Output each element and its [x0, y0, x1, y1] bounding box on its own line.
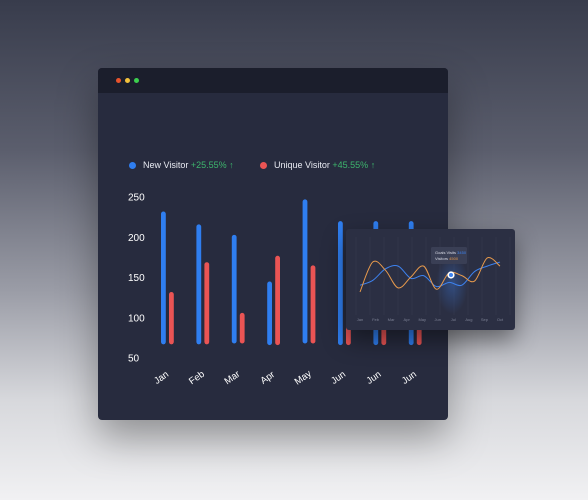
- bar-new-visitor[interactable]: [267, 281, 272, 346]
- line-series-visitors[interactable]: [359, 257, 501, 293]
- y-tick-label: 100: [128, 313, 145, 324]
- inset-x-tick-label: Aug: [465, 317, 472, 322]
- bar-new-visitor[interactable]: [338, 221, 343, 346]
- bar-unique-visitor[interactable]: [204, 262, 210, 345]
- minimize-window-button[interactable]: [125, 78, 130, 83]
- up-arrow-icon: ↑: [229, 160, 234, 170]
- x-tick-label: Feb: [187, 369, 207, 387]
- legend-label-unique-visitor: Unique Visitor: [274, 160, 330, 170]
- y-tick-label: 50: [128, 354, 140, 365]
- inset-x-tick-label: Feb: [372, 317, 380, 322]
- inset-x-tick-label: Jul: [451, 317, 456, 322]
- maximize-window-button[interactable]: [134, 78, 139, 83]
- tooltip-line-goals: Goals Visits 3450: [435, 250, 467, 255]
- inset-x-tick-label: Apr: [404, 317, 411, 322]
- bar-unique-visitor[interactable]: [239, 312, 245, 344]
- x-tick-label: May: [293, 368, 314, 387]
- bar-new-visitor[interactable]: [161, 211, 166, 345]
- x-tick-label: Apr: [259, 369, 277, 386]
- visits-line-chart: Goals Visits 3450Visitors 4500 Jan Feb Mar A…: [355, 237, 511, 322]
- legend-marker-new-visitor: [129, 162, 136, 169]
- x-tick-label: Jun: [365, 369, 384, 387]
- legend-marker-unique-visitor: [260, 162, 267, 169]
- close-window-button[interactable]: [116, 78, 121, 83]
- inset-x-tick-label: Jan: [357, 317, 363, 322]
- bar-unique-visitor[interactable]: [310, 265, 316, 344]
- inset-x-tick-label: Sep: [481, 317, 489, 322]
- tooltip-line-visitors: Visitors 4500: [435, 256, 459, 261]
- inset-x-tick-label: Oct: [497, 317, 504, 322]
- inset-x-tick-label: Jun: [435, 317, 441, 322]
- up-arrow-icon: ↑: [370, 160, 376, 170]
- legend-label-new-visitor: New Visitor: [143, 160, 189, 170]
- bar-new-visitor[interactable]: [196, 224, 202, 345]
- window-titlebar: [98, 68, 448, 93]
- x-tick-label: Jun: [400, 369, 419, 387]
- visits-line-chart-card: Goals Visits 3450 Visitors 4500 Jan Feb Mar A…: [346, 229, 515, 330]
- bar-unique-visitor[interactable]: [275, 255, 280, 346]
- inset-x-tick-label: Mar: [388, 317, 396, 322]
- y-tick-label: 150: [128, 273, 145, 284]
- x-tick-label: Jun: [329, 369, 348, 387]
- bar-new-visitor[interactable]: [302, 199, 308, 344]
- hover-point-center: [449, 273, 453, 277]
- legend-change-unique-visitor: +45.55%: [332, 160, 369, 170]
- bar-new-visitor[interactable]: [231, 234, 237, 344]
- bar-unique-visitor[interactable]: [169, 291, 174, 345]
- inset-x-tick-label: May: [418, 317, 426, 322]
- y-tick-label: 200: [128, 233, 145, 244]
- legend-change-new-visitor: +25.55%: [190, 160, 227, 170]
- y-tick-label: 250: [128, 193, 145, 204]
- x-tick-label: Mar: [223, 369, 243, 387]
- x-tick-label: Jan: [152, 369, 171, 387]
